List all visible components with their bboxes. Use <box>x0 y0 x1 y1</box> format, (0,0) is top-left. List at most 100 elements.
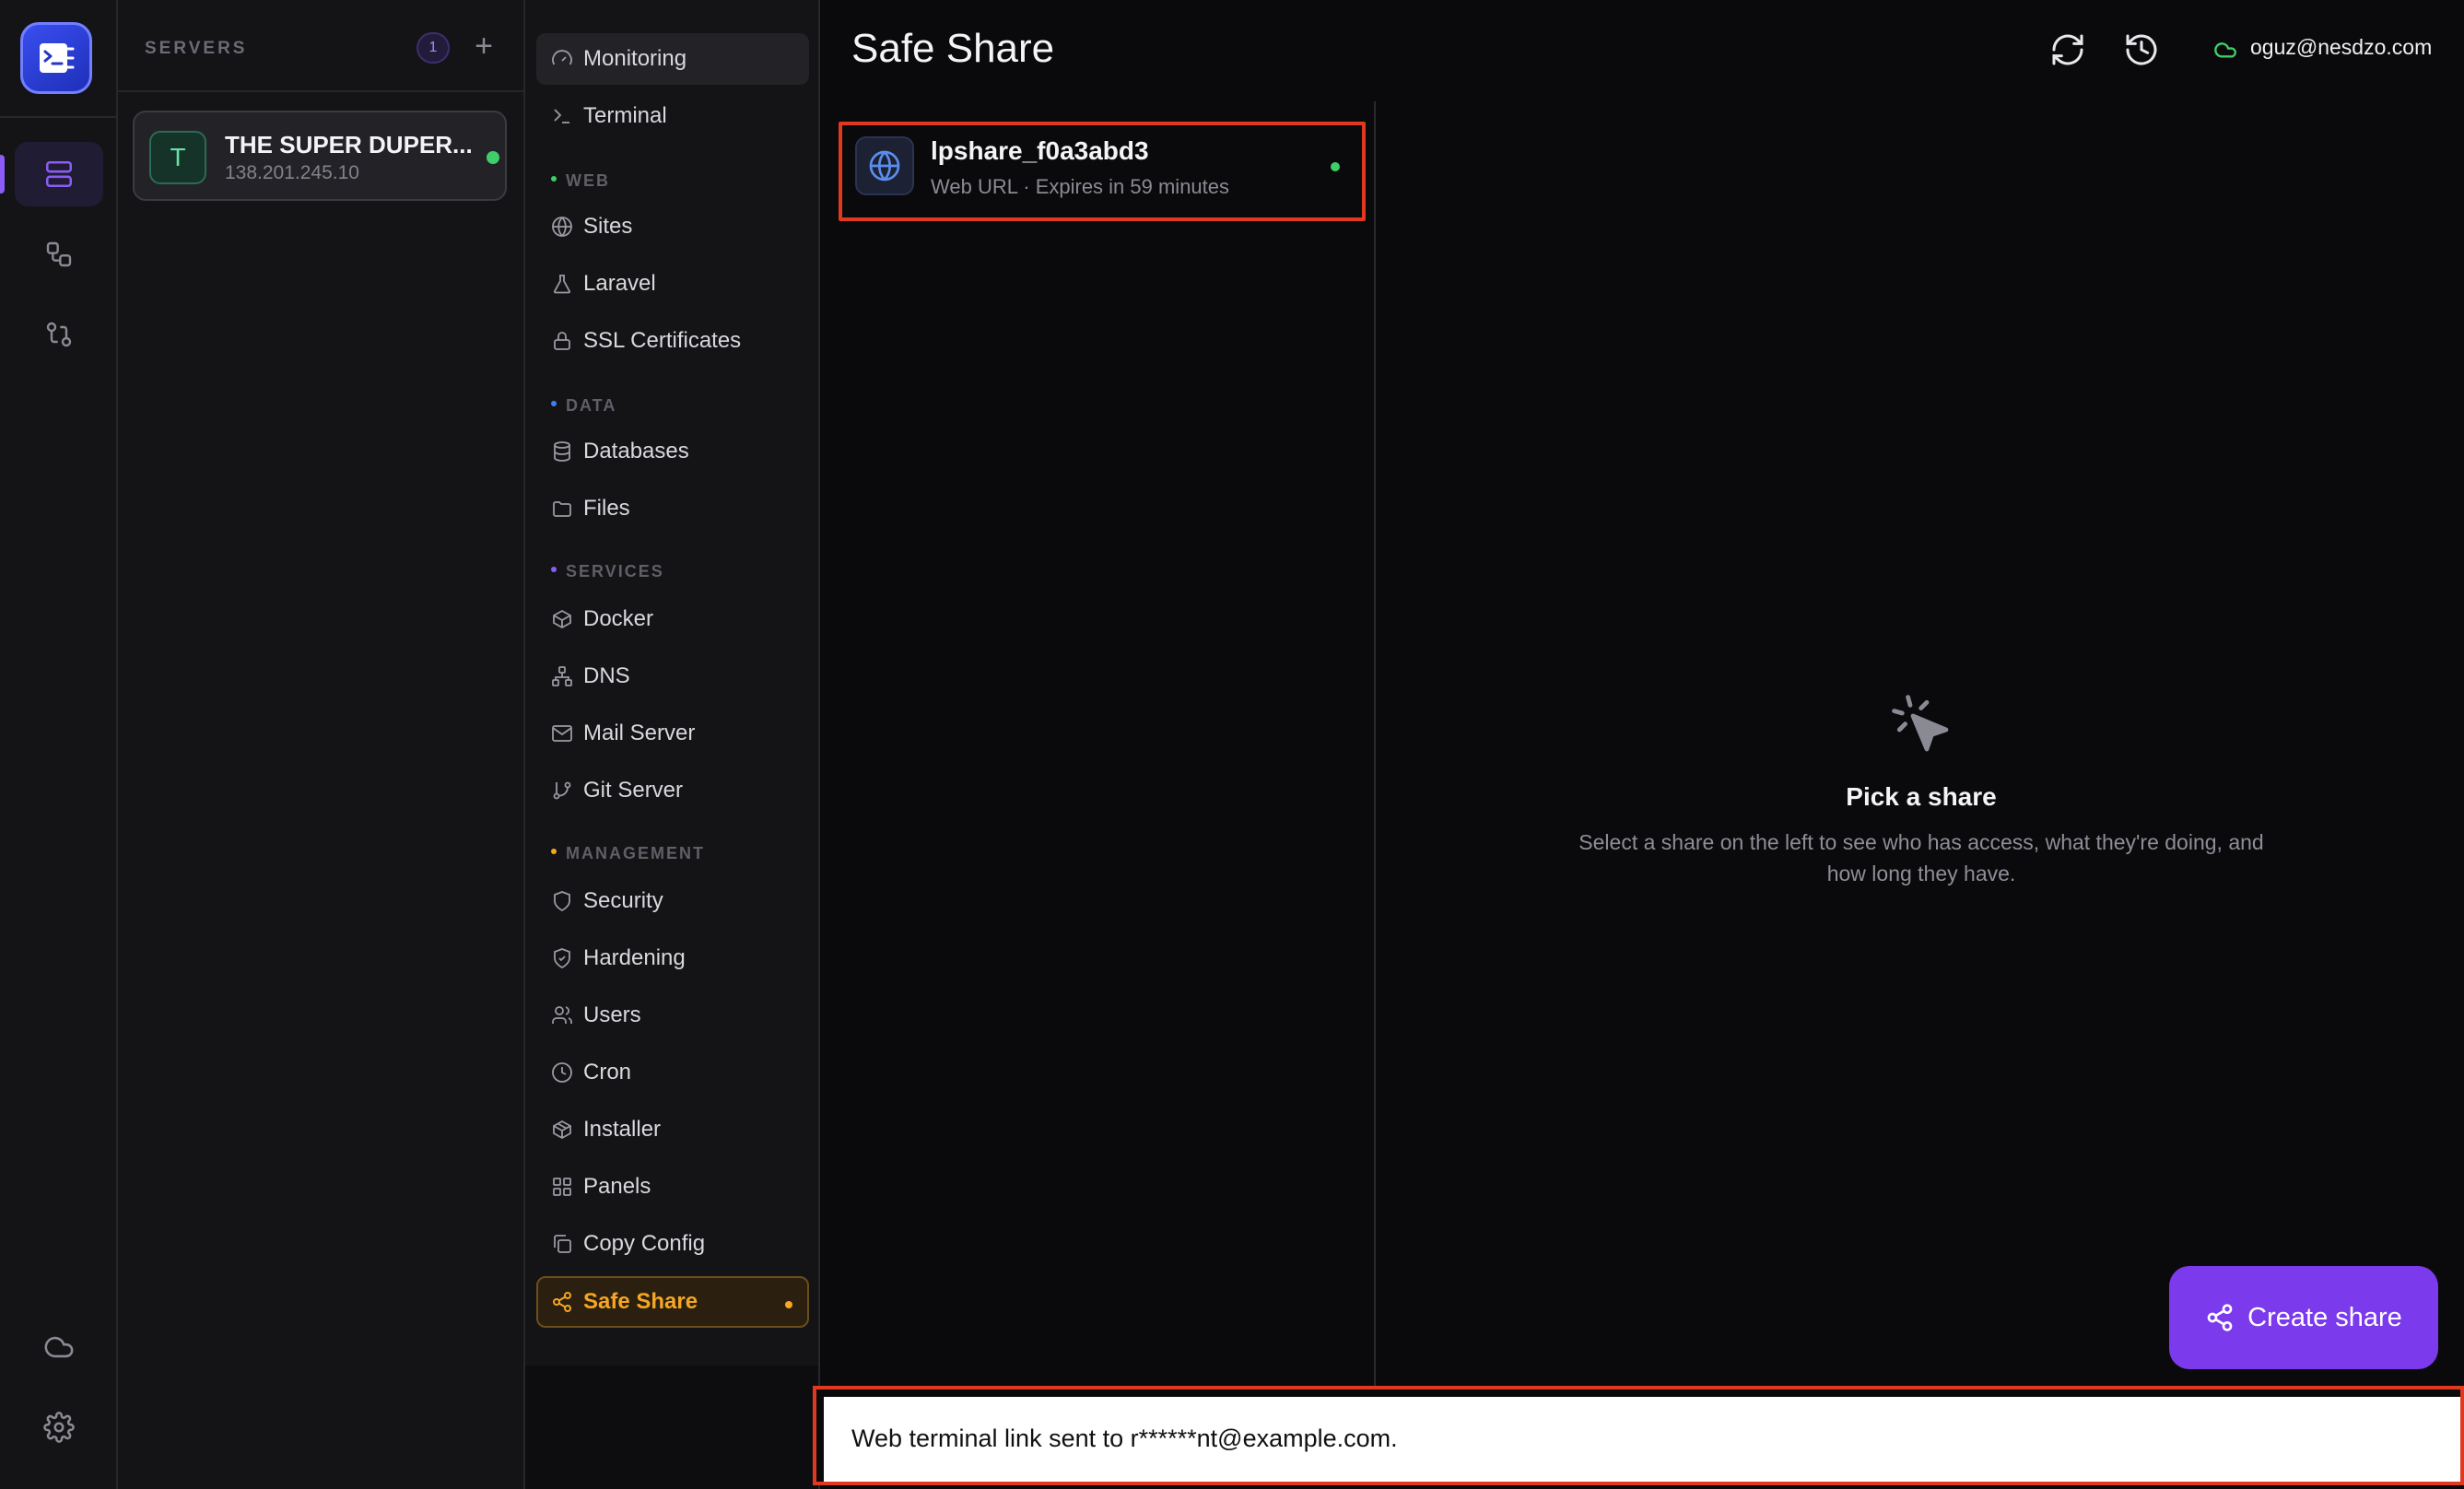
nav-item-cron[interactable]: Cron <box>536 1047 809 1098</box>
git-branch-icon <box>553 781 571 800</box>
nav-section-management: MANAGEMENT <box>551 844 705 863</box>
nav-label: Laravel <box>583 271 656 296</box>
nav-item-laravel[interactable]: Laravel <box>536 258 809 310</box>
empty-state-text: Select a share on the left to see who ha… <box>1578 830 2264 885</box>
nav-item-copy-config[interactable]: Copy Config <box>536 1218 809 1270</box>
globe-icon <box>552 217 572 237</box>
toast-notification: Web terminal link sent to r******nt@exam… <box>813 1386 2464 1485</box>
servers-icon[interactable] <box>15 142 103 206</box>
pointer-click-icon <box>1892 695 1949 752</box>
nav-item-users[interactable]: Users <box>536 990 809 1041</box>
nav-section-services: SERVICES <box>551 562 664 581</box>
share-subtitle: Web URL · Expires in 59 minutes <box>931 175 1230 198</box>
nav-item-databases[interactable]: Databases <box>536 426 809 477</box>
nav-label: Databases <box>583 439 689 463</box>
nav-item-docker[interactable]: Docker <box>536 593 809 645</box>
nav-label: Files <box>583 496 630 521</box>
share-icon <box>553 1292 571 1312</box>
rail-divider <box>0 116 118 118</box>
nav-item-ssl-certificates[interactable]: SSL Certificates <box>536 315 809 367</box>
workflow-icon[interactable] <box>15 222 103 287</box>
rail-active-indicator <box>0 155 5 193</box>
history-icon[interactable] <box>2123 31 2160 68</box>
nav-section-data: DATA <box>551 396 616 416</box>
users-icon <box>552 1006 572 1024</box>
copy-icon <box>554 1235 571 1253</box>
folder-icon <box>553 501 571 517</box>
nav-item-safe-share[interactable]: Safe Share <box>536 1276 809 1328</box>
nav-label: DNS <box>583 663 630 688</box>
nav-item-hardening[interactable]: Hardening <box>536 932 809 984</box>
add-server-button[interactable]: + <box>464 28 503 66</box>
page-title: Safe Share <box>851 26 1055 71</box>
refresh-icon[interactable] <box>2049 31 2086 68</box>
network-icon <box>552 666 572 686</box>
nav-label: Sites <box>583 214 633 239</box>
box-icon <box>553 609 571 629</box>
nav-item-panels[interactable]: Panels <box>536 1161 809 1213</box>
nav-label: Docker <box>583 606 654 631</box>
servers-title: SERVERS <box>145 39 248 58</box>
globe-icon <box>855 136 914 195</box>
gauge-icon <box>552 50 572 65</box>
server-avatar: T <box>149 131 206 184</box>
nav-item-terminal[interactable]: Terminal <box>536 90 809 142</box>
share-list-item[interactable]: lpshare_f0a3abd3 Web URL · Expires in 59… <box>839 122 1366 221</box>
nav-label: Users <box>583 1002 641 1027</box>
nav-section-web: WEB <box>551 171 610 191</box>
toast-text: Web terminal link sent to r******nt@exam… <box>851 1425 1398 1452</box>
icon-rail <box>0 0 118 1489</box>
nav-item-installer[interactable]: Installer <box>536 1104 809 1155</box>
shield-icon <box>554 891 570 912</box>
nav-item-sites[interactable]: Sites <box>536 201 809 252</box>
server-status-dot <box>487 151 499 164</box>
clock-icon <box>552 1062 572 1083</box>
nav-label: Monitoring <box>583 46 687 71</box>
account-indicator[interactable]: oguz@nesdzo.com <box>2213 35 2432 60</box>
servers-panel: SERVERS 1 + T THE SUPER DUPER... 138.201… <box>118 0 525 1489</box>
toast-body: Web terminal link sent to r******nt@exam… <box>824 1397 2460 1482</box>
empty-state: Pick a share Select a share on the left … <box>1566 691 2276 889</box>
nav-footer-area <box>525 1366 820 1489</box>
terminal-icon <box>554 109 569 123</box>
nav-label: Terminal <box>583 103 667 128</box>
nav-label: Hardening <box>583 945 686 970</box>
create-share-button[interactable]: Create share <box>2169 1266 2438 1369</box>
share-status-dot <box>1331 162 1340 171</box>
settings-icon[interactable] <box>15 1395 103 1460</box>
nav-item-files[interactable]: Files <box>536 483 809 534</box>
flask-icon <box>553 275 571 294</box>
database-icon <box>554 441 570 462</box>
cloud-icon[interactable] <box>15 1315 103 1379</box>
mail-icon <box>552 725 572 742</box>
nav-item-mail-server[interactable]: Mail Server <box>536 708 809 759</box>
package-icon <box>553 1120 571 1140</box>
server-name: THE SUPER DUPER... <box>225 131 473 158</box>
git-compare-icon[interactable] <box>15 302 103 367</box>
nav-label: Safe Share <box>583 1289 698 1314</box>
cloud-status-icon <box>2214 41 2236 57</box>
share-list-pane <box>822 101 1376 1388</box>
nav-label: Copy Config <box>583 1231 706 1256</box>
servers-header: SERVERS 1 + <box>118 0 523 92</box>
lock-icon <box>554 332 570 350</box>
nav-label: Security <box>583 888 663 913</box>
servers-count-badge: 1 <box>417 32 450 64</box>
nav-item-security[interactable]: Security <box>536 875 809 927</box>
share-name: lpshare_f0a3abd3 <box>931 136 1149 165</box>
grid-icon <box>553 1178 571 1196</box>
nav-item-dns[interactable]: DNS <box>536 651 809 702</box>
nav-label: Cron <box>583 1060 632 1085</box>
share-icon <box>2207 1304 2233 1331</box>
shield-check-icon <box>554 948 570 969</box>
nav-item-git-server[interactable]: Git Server <box>536 765 809 816</box>
active-dot <box>785 1301 792 1308</box>
empty-state-title: Pick a share <box>1846 782 1997 811</box>
server-card[interactable]: T THE SUPER DUPER... 138.201.245.10 <box>133 111 507 201</box>
account-email: oguz@nesdzo.com <box>2250 35 2433 59</box>
nav-label: Git Server <box>583 778 684 803</box>
nav-item-monitoring[interactable]: Monitoring <box>536 33 809 85</box>
nav-label: Panels <box>583 1174 651 1199</box>
nav-label: Mail Server <box>583 721 696 745</box>
app-logo-icon[interactable] <box>20 22 92 94</box>
